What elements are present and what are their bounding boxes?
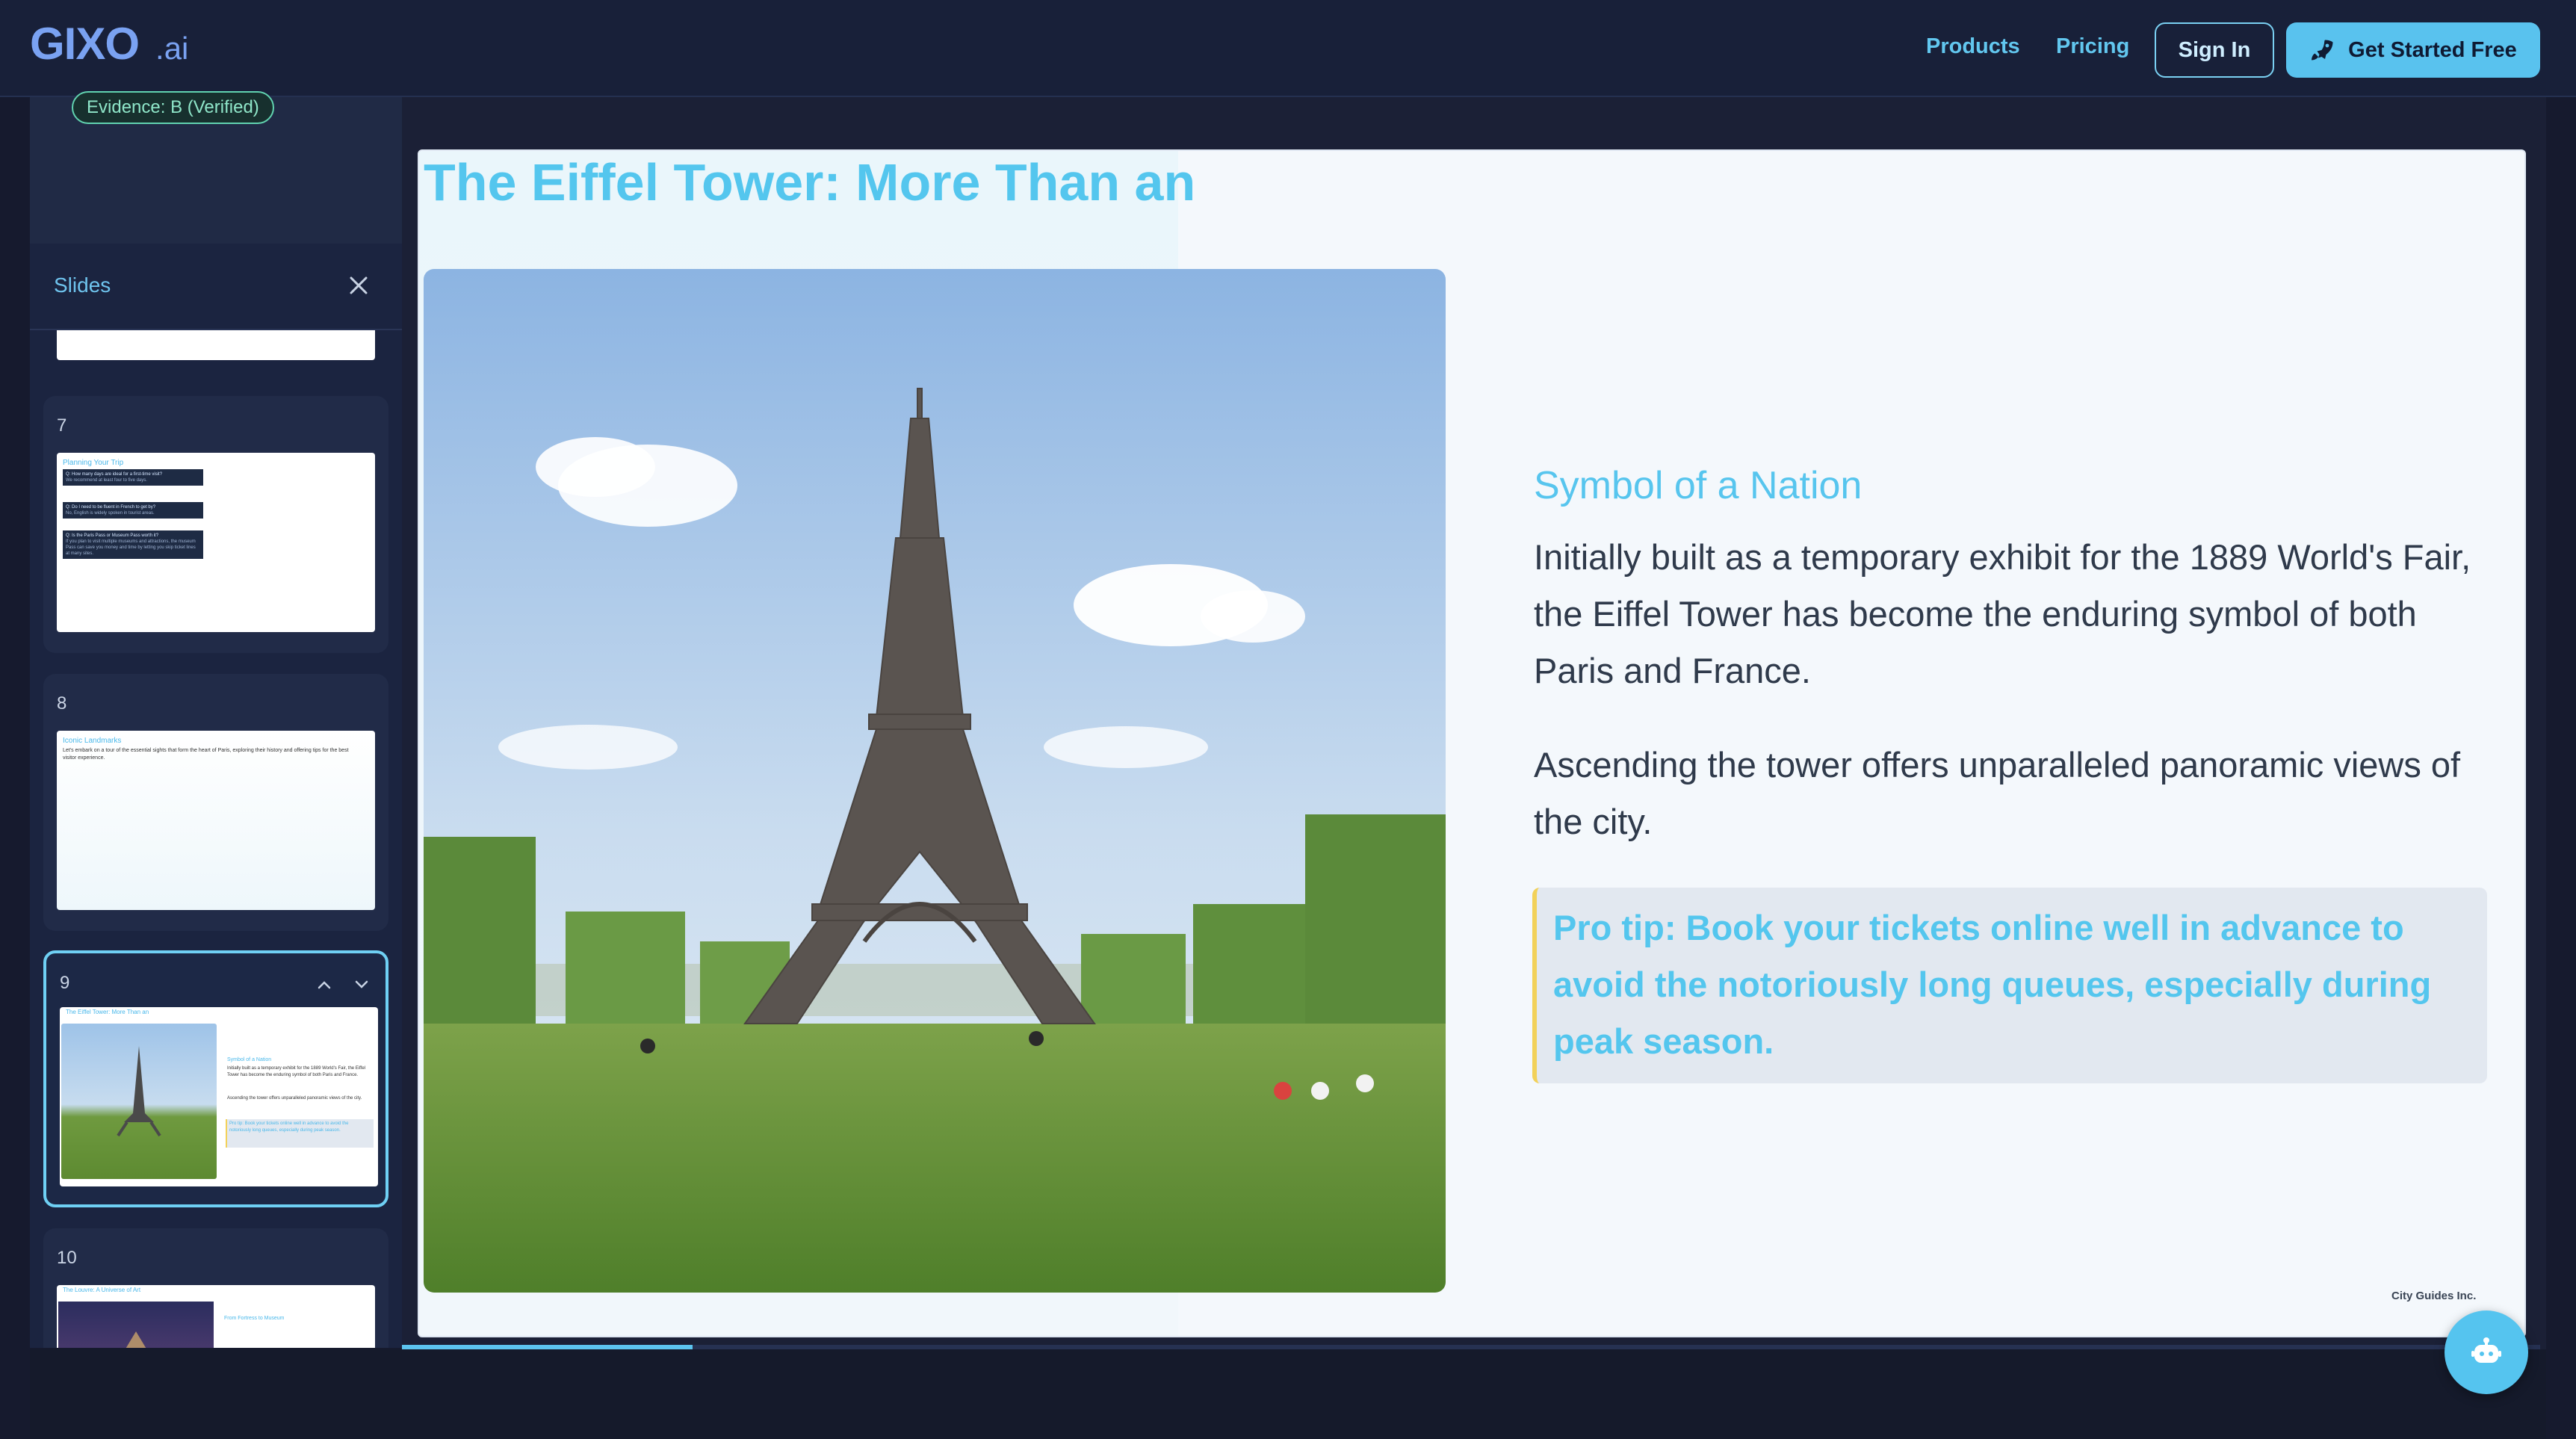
slide-footer-brand: City Guides Inc. — [2391, 1290, 2477, 1302]
slides-header: Slides — [30, 244, 402, 330]
bottom-bar — [30, 1349, 2546, 1439]
slide-number: 8 — [57, 693, 67, 714]
app-page: GIXO .ai Products Pricing Sign In Get St… — [0, 0, 2576, 1439]
sign-in-button[interactable]: Sign In — [2155, 22, 2274, 78]
rocket-icon — [2312, 40, 2333, 61]
close-icon[interactable] — [342, 269, 375, 302]
get-started-button[interactable]: Get Started Free — [2286, 22, 2540, 78]
top-nav: GIXO .ai Products Pricing Sign In Get St… — [0, 0, 2576, 97]
slides-panel: Slides 7 Planning Your Trip Q: How many … — [30, 244, 402, 1348]
logo-suffix: .ai — [155, 31, 189, 66]
thumb-title: Iconic Landmarks — [63, 737, 122, 745]
slide-subheading[interactable]: Symbol of a Nation — [1534, 463, 1862, 508]
slide-reorder-controls — [314, 974, 372, 995]
slide-thumbnail: The Eiffel Tower: More Than an Symbol of… — [60, 1007, 378, 1186]
thumb-photo — [58, 1302, 214, 1348]
slide-thumbnail: Iconic Landmarks Let's embark on a tour … — [57, 731, 375, 910]
chat-bot-icon — [2471, 1337, 2501, 1363]
logo-wordmark: GIXO — [30, 19, 140, 69]
thumb-photo — [61, 1024, 217, 1179]
evidence-badge: Evidence: B (Verified) — [72, 91, 274, 124]
get-started-label: Get Started Free — [2348, 37, 2517, 62]
slide-card-9[interactable]: 9 The Eiffel Tower: More Than an Symbol — [43, 950, 388, 1207]
thumb-qa-item: Q: How many days are ideal for a first-t… — [63, 469, 203, 486]
slide-card-7[interactable]: 7 Planning Your Trip Q: How many days ar… — [43, 396, 388, 653]
thumb-heading: From Fortress to Museum — [224, 1316, 285, 1321]
thumb-heading: Symbol of a Nation — [227, 1057, 272, 1062]
photo-illustration — [424, 269, 1446, 1293]
thumb-title: The Louvre: A Universe of Art — [63, 1287, 141, 1293]
chevron-up-icon[interactable] — [314, 974, 335, 995]
slide-card-10[interactable]: 10 The Louvre: A Universe of Art From Fo… — [43, 1228, 388, 1348]
thumb-text: Ascending the tower offers unparalleled … — [227, 1096, 362, 1101]
slide-number: 9 — [60, 973, 70, 993]
slide-thumbnail — [57, 330, 375, 360]
thumb-text: Initially built as a temporary exhibit f… — [227, 1066, 366, 1077]
eiffel-tower-photo[interactable] — [424, 269, 1446, 1293]
slides-title: Slides — [54, 273, 111, 297]
slide-number: 10 — [57, 1248, 77, 1268]
nav-pricing[interactable]: Pricing — [2056, 34, 2129, 59]
thumb-title: Planning Your Trip — [63, 459, 124, 467]
slide-paragraph-2[interactable]: Ascending the tower offers unparalleled … — [1534, 737, 2498, 850]
slide-thumbnail: The Louvre: A Universe of Art From Fortr… — [57, 1285, 375, 1348]
slide-canvas: The Eiffel Tower: More Than an Symbol of… — [418, 149, 2526, 1337]
slide-card-8[interactable]: 8 Iconic Landmarks Let's embark on a tou… — [43, 674, 388, 931]
slide-card-partial[interactable] — [43, 330, 388, 363]
slide-paragraph-1[interactable]: Initially built as a temporary exhibit f… — [1534, 529, 2498, 699]
thumb-tip: Pro tip: Book your tickets online well i… — [226, 1119, 374, 1148]
thumb-qa-item: Q: Do I need to be fluent in French to g… — [63, 502, 203, 519]
slide-number: 7 — [57, 415, 67, 436]
slide-thumbnail: Planning Your Trip Q: How many days are … — [57, 453, 375, 632]
pro-tip-callout[interactable]: Pro tip: Book your tickets online well i… — [1532, 888, 2487, 1083]
thumb-title: The Eiffel Tower: More Than an — [66, 1009, 149, 1015]
nav-products[interactable]: Products — [1926, 34, 2020, 59]
chevron-down-icon[interactable] — [351, 974, 372, 995]
thumb-qa-item: Q: Is the Paris Pass or Museum Pass wort… — [63, 530, 203, 559]
chat-assistant-button[interactable] — [2445, 1310, 2528, 1394]
thumb-text: Let's embark on a tour of the essential … — [63, 748, 349, 761]
logo[interactable]: GIXO .ai — [30, 18, 188, 69]
slide-title[interactable]: The Eiffel Tower: More Than an — [424, 152, 1484, 212]
